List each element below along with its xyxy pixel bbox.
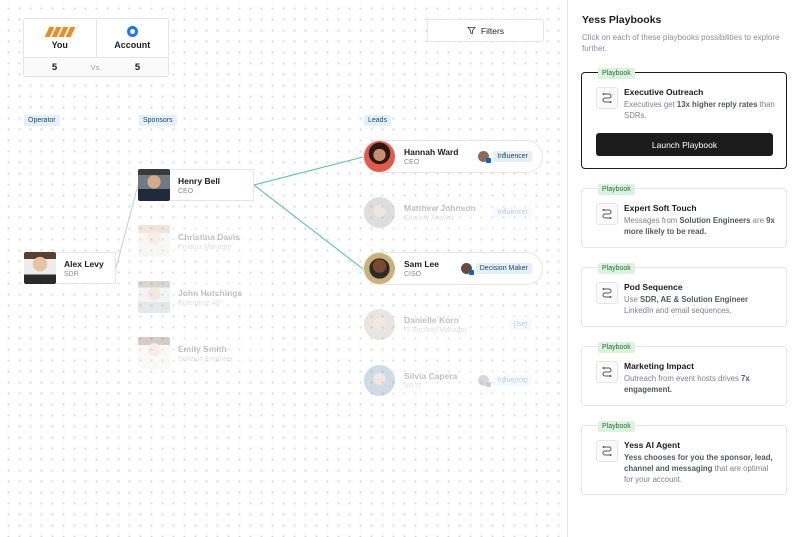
playbook-card-expert-soft-touch[interactable]: Playbook Expert Soft Touch Messages from… — [581, 184, 787, 248]
org-map-canvas[interactable]: You Account 5 Vs. 5 Filters Operator Spo… — [0, 0, 567, 537]
sponsor-card[interactable]: Christina Davis Product Manager — [138, 225, 254, 257]
person-name: Alex Levy — [64, 258, 104, 269]
person-name: Matthew Johnson — [404, 203, 476, 213]
linkedin-avatar-icon — [478, 151, 492, 163]
lead-card[interactable]: Matthew Johnson Security Analyst Influen… — [363, 196, 543, 229]
filters-label: Filters — [480, 25, 505, 36]
account-label: Account — [114, 40, 151, 50]
playbook-badge: Playbook — [598, 184, 635, 195]
playbook-description: Executives get 13x higher reply rates th… — [624, 100, 775, 120]
avatar — [138, 337, 170, 369]
playbook-description: Messages from Solution Engineers are 9x … — [624, 216, 775, 236]
lead-card[interactable]: Danielle Korn IT Security Manager User — [363, 308, 543, 341]
person-role: Product Manager — [178, 243, 232, 251]
playbook-title: Marketing Impact — [624, 361, 694, 371]
route-icon — [596, 361, 618, 383]
role-tag: Influencer — [493, 151, 532, 162]
role-tag: Decision Maker — [475, 263, 532, 274]
avatar — [138, 225, 170, 257]
sidebar-title: Yess Playbooks — [582, 14, 662, 26]
person-name: Sam Lee — [404, 259, 439, 269]
person-name: Silvia Capera — [404, 371, 458, 381]
role-tag: User — [509, 319, 532, 330]
avatar — [138, 169, 170, 201]
sponsor-card[interactable]: Henry Bell CEO — [138, 169, 254, 201]
playbook-title: Pod Sequence — [624, 282, 683, 292]
playbook-card-marketing-impact[interactable]: Playbook Marketing Impact Outreach from … — [581, 342, 787, 406]
playbook-badge: Playbook — [598, 421, 635, 432]
playbook-description: Use SDR, AE & Solution Engineer LinkedIn… — [624, 295, 749, 315]
you-count: 5 — [51, 62, 58, 73]
avatar — [364, 309, 395, 340]
playbook-card-yess-ai-agent[interactable]: Playbook Yess AI Agent Yess chooses for … — [581, 421, 787, 495]
lead-card[interactable]: Hannah Ward CEO Influencer — [363, 140, 543, 173]
person-role: VP IT — [404, 383, 422, 390]
sponsor-card[interactable]: John Hutchings Enterprise AE — [138, 281, 270, 313]
lead-card[interactable]: Sam Lee CISO Decision Maker — [363, 252, 543, 285]
playbook-description: Outreach from event hosts drives 7x enga… — [624, 374, 750, 394]
person-name: Henry Bell — [178, 175, 221, 186]
person-name: Christina Davis — [178, 231, 240, 242]
connector-operator-sponsor — [115, 184, 139, 269]
route-icon — [596, 440, 618, 462]
connector-sponsor-lead-sam — [253, 184, 364, 270]
connector-sponsor-lead-hannah — [253, 156, 364, 186]
playbook-card-pod-sequence[interactable]: Playbook Pod Sequence Use SDR, AE & Solu… — [581, 263, 787, 327]
person-role: CEO — [178, 187, 194, 195]
person-role: Security Analyst — [404, 215, 454, 222]
role-tag: Influencer — [493, 375, 532, 386]
filters-button[interactable]: Filters — [427, 19, 544, 42]
person-role: CEO — [404, 159, 420, 166]
role-tag: Influencer — [493, 207, 532, 218]
person-role: SDR — [64, 270, 79, 278]
comparison-card: You Account 5 Vs. 5 — [23, 18, 169, 77]
playbook-title: Executive Outreach — [624, 87, 704, 97]
playbook-title: Yess AI Agent — [624, 440, 681, 450]
person-role: CISO — [404, 271, 422, 278]
filter-icon — [467, 26, 476, 35]
person-name: John Hutchings — [178, 287, 243, 298]
person-role: IT Security Manager — [404, 327, 467, 334]
person-role: Solution Engineer — [178, 355, 234, 363]
brand-logo-icon — [44, 26, 76, 37]
column-tag-sponsors: Sponsors — [139, 115, 177, 126]
launch-playbook-button[interactable]: Launch Playbook — [596, 133, 773, 156]
person-role: Enterprise AE — [178, 299, 221, 307]
playbooks-sidebar: Yess Playbooks Click on each of these pl… — [567, 0, 800, 537]
playbook-badge: Playbook — [598, 263, 635, 274]
column-tag-leads: Leads — [364, 115, 392, 126]
account-logo-icon — [126, 26, 138, 37]
avatar — [364, 197, 395, 228]
operator-card[interactable]: Alex Levy SDR — [24, 252, 116, 284]
account-count: 5 — [134, 62, 141, 73]
person-name: Hannah Ward — [404, 147, 459, 157]
playbook-card-executive-outreach[interactable]: Playbook Executive Outreach Executives g… — [581, 68, 787, 169]
playbook-badge: Playbook — [598, 68, 635, 79]
account-column: Account — [95, 19, 169, 57]
you-label: You — [51, 39, 68, 50]
you-column: You — [24, 19, 96, 57]
lead-card[interactable]: Silvia Capera VP IT Influencer — [363, 364, 543, 397]
person-name: Emily Smith — [178, 343, 227, 354]
playbook-badge: Playbook — [598, 342, 635, 353]
avatar — [364, 365, 395, 396]
person-name: Danielle Korn — [404, 315, 459, 325]
vs-label: Vs. — [90, 63, 102, 72]
linkedin-avatar-icon — [460, 263, 474, 275]
linkedin-avatar-icon — [478, 375, 492, 387]
route-icon — [596, 87, 618, 109]
sidebar-subtitle: Click on each of these playbooks possibi… — [582, 33, 780, 53]
sponsor-card[interactable]: Emily Smith Solution Engineer — [138, 337, 270, 369]
avatar — [364, 141, 395, 172]
playbook-description: Yess chooses for you the sponsor, lead, … — [624, 453, 773, 484]
avatar — [138, 281, 170, 313]
route-icon — [596, 203, 618, 225]
playbook-title: Expert Soft Touch — [624, 203, 697, 213]
avatar — [24, 252, 56, 284]
route-icon — [596, 282, 618, 304]
avatar — [364, 253, 395, 284]
column-tag-operator: Operator — [24, 115, 60, 126]
